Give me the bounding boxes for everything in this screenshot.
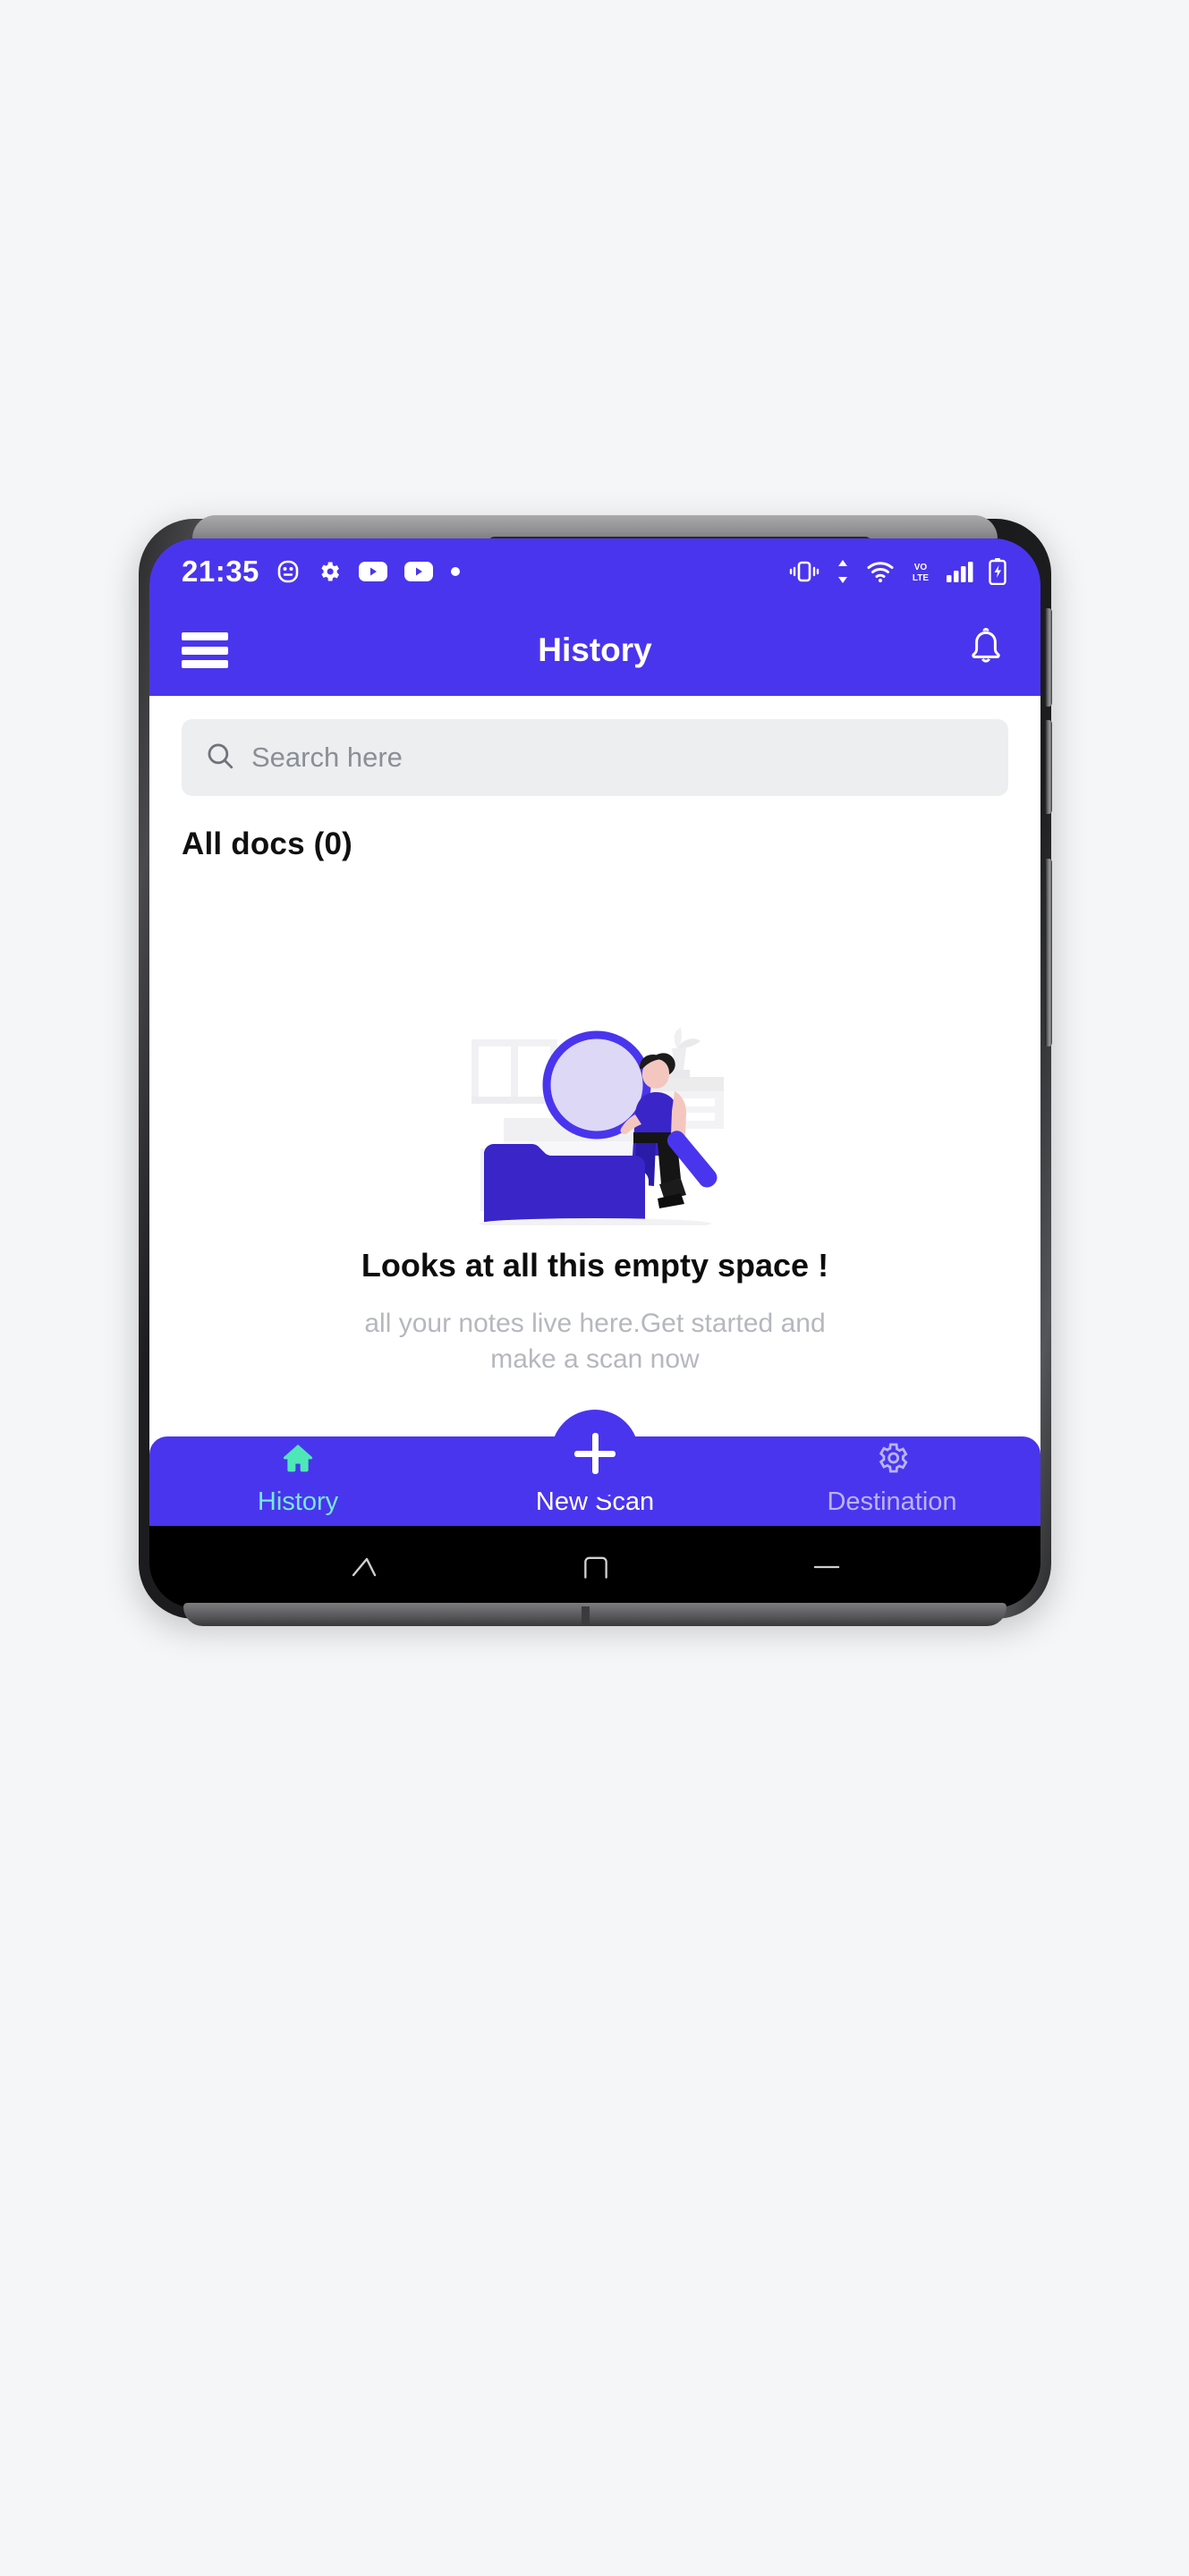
nav-item-history[interactable]: History — [149, 1440, 446, 1526]
svg-text:LTE: LTE — [913, 573, 929, 583]
menu-line — [182, 660, 228, 668]
gear-icon — [874, 1440, 910, 1480]
svg-text:VO: VO — [914, 563, 928, 572]
volume-down-button[interactable] — [1045, 720, 1052, 814]
app-bar: History — [149, 605, 1040, 696]
back-icon[interactable] — [348, 1552, 380, 1582]
phone-bottom-port — [582, 1606, 590, 1626]
vibrate-icon — [789, 560, 820, 583]
search-icon — [205, 741, 235, 775]
page-root: 21:35 VO LTE History Search here All doc… — [0, 0, 1189, 2576]
home-square-icon[interactable] — [582, 1554, 610, 1580]
power-button[interactable] — [1045, 859, 1052, 1046]
android-head-icon — [276, 558, 300, 585]
empty-folder-illustration — [471, 1028, 724, 1226]
status-bar-clock: 21:35 — [182, 555, 259, 588]
plus-icon — [574, 1433, 616, 1474]
empty-state-title: Looks at all this empty space ! — [361, 1247, 829, 1284]
battery-charging-icon — [989, 558, 1006, 585]
youtube-icon — [358, 561, 387, 582]
menu-line — [182, 632, 228, 640]
youtube-icon — [403, 561, 433, 582]
bell-icon[interactable] — [967, 627, 1005, 674]
phone-bottom-bezel — [183, 1603, 1006, 1626]
new-scan-fab-button[interactable] — [551, 1410, 639, 1497]
status-bar-left: 21:35 — [182, 555, 461, 589]
page-title: History — [538, 631, 652, 668]
volte-icon: VO LTE — [910, 560, 931, 583]
phone-frame: 21:35 VO LTE History Search here All doc… — [139, 515, 1052, 1626]
menu-line — [182, 646, 228, 655]
bottom-nav-container: History New Scan Destination — [149, 1397, 1040, 1526]
empty-state-subtitle: all your notes live here.Get started and… — [364, 1309, 826, 1374]
nav-item-destination[interactable]: Destination — [743, 1440, 1040, 1526]
search-input[interactable]: Search here — [182, 719, 1008, 796]
dot-icon — [450, 566, 461, 577]
recents-dash-icon[interactable] — [811, 1559, 842, 1575]
phone-screen: 21:35 VO LTE History Search here All doc… — [149, 538, 1040, 1608]
phone-screen-bezel: 21:35 VO LTE History Search here All doc… — [149, 538, 1040, 1608]
data-transfer-icon — [835, 559, 851, 584]
android-navigation-bar — [149, 1526, 1040, 1608]
home-icon — [279, 1440, 317, 1480]
all-docs-heading: All docs (0) — [182, 826, 353, 861]
status-bar-right: VO LTE — [789, 558, 1006, 585]
volume-up-button[interactable] — [1045, 608, 1052, 707]
hamburger-menu-icon[interactable] — [182, 632, 228, 668]
status-bar: 21:35 VO LTE — [149, 538, 1040, 605]
search-placeholder: Search here — [251, 741, 403, 773]
signal-bars-icon — [947, 560, 973, 583]
wifi-icon — [866, 560, 895, 583]
nav-label-destination: Destination — [827, 1487, 957, 1516]
gear-icon — [317, 559, 342, 584]
nav-label-history: History — [257, 1487, 339, 1516]
